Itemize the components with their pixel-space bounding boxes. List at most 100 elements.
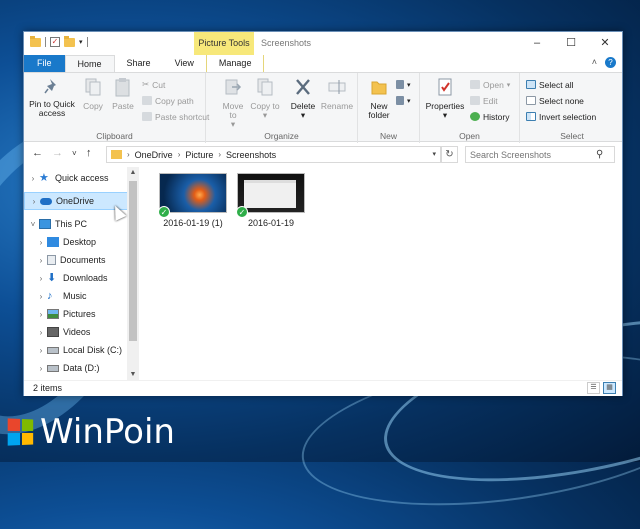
new-folder-qat-icon[interactable] [64, 35, 75, 47]
large-icons-view-icon[interactable]: ▦ [603, 382, 616, 394]
nav-item-music[interactable]: › ♪ Music [24, 287, 128, 305]
ribbon: Pin to Quick access Copy Paste ✂ Cut Copy… [24, 72, 622, 143]
open-button[interactable]: Open ▾ [470, 79, 510, 90]
tab-home[interactable]: Home [64, 55, 115, 72]
address-bar[interactable]: › OneDrive › Picture › Screenshots ▾ [106, 146, 441, 163]
search-icon[interactable]: ⚲ [596, 149, 603, 160]
copy-label: Copy [83, 101, 103, 111]
chevron-right-icon[interactable]: › [27, 174, 39, 183]
rename-button[interactable]: Rename [320, 77, 354, 111]
nav-item-videos[interactable]: › Videos [24, 323, 128, 341]
back-arrow-icon[interactable]: ← [32, 147, 43, 159]
tab-view[interactable]: View [163, 55, 206, 72]
copy-icon [85, 78, 101, 96]
close-button[interactable]: ✕ [588, 32, 622, 55]
breadcrumb-screenshots[interactable]: Screenshots [226, 150, 276, 160]
up-arrow-icon[interactable]: ↑ [86, 147, 92, 159]
maximize-button[interactable]: ☐ [554, 32, 588, 55]
chevron-right-icon[interactable]: › [35, 310, 47, 319]
nav-item-label: Videos [63, 327, 91, 337]
scroll-up-icon[interactable]: ▲ [127, 169, 139, 176]
select-all-icon [526, 80, 536, 89]
chevron-right-icon[interactable]: › [28, 197, 40, 206]
chevron-right-icon[interactable]: › [35, 274, 47, 283]
rename-label: Rename [320, 101, 354, 111]
nav-item-desktop[interactable]: › Desktop [24, 233, 128, 251]
breadcrumb-picture[interactable]: Picture [185, 150, 213, 160]
delete-button[interactable]: Delete ▾ [288, 77, 318, 120]
invert-selection-button[interactable]: Invert selection [526, 111, 596, 122]
new-item-button[interactable]: ▾ [396, 79, 411, 90]
paste-button[interactable]: Paste [109, 77, 137, 111]
chevron-right-icon[interactable]: › [127, 150, 130, 159]
select-none-label: Select none [539, 95, 584, 106]
chevron-right-icon[interactable]: › [35, 292, 47, 301]
address-dropdown-icon[interactable]: ▾ [432, 150, 436, 158]
scroll-down-icon[interactable]: ▼ [127, 371, 139, 378]
copy-to-icon [257, 78, 273, 96]
scroll-thumb[interactable] [129, 181, 137, 341]
tab-share[interactable]: Share [115, 55, 163, 72]
copy-button[interactable]: Copy [79, 77, 107, 111]
properties-button[interactable]: Properties ▾ [424, 77, 466, 120]
chevron-right-icon[interactable]: › [218, 150, 221, 159]
nav-item-documents[interactable]: › Documents [24, 251, 128, 269]
nav-item-label: This PC [55, 219, 88, 229]
move-to-label: Move to [222, 101, 244, 120]
collapse-ribbon-icon[interactable]: ˄ [592, 57, 597, 68]
chevron-right-icon[interactable]: › [35, 238, 47, 247]
select-none-button[interactable]: Select none [526, 95, 584, 106]
chevron-right-icon[interactable]: › [178, 150, 181, 159]
select-all-button[interactable]: Select all [526, 79, 574, 90]
music-icon: ♪ [47, 290, 53, 302]
nav-item-this-pc[interactable]: ˅ This PC [24, 215, 128, 233]
nav-item-pictures[interactable]: › Pictures [24, 305, 128, 323]
divider [45, 37, 46, 47]
nav-item-label: Desktop [63, 237, 97, 247]
file-item[interactable]: ✓ 2016-01-19 (1) [156, 173, 230, 228]
file-name: 2016-01-19 [247, 218, 295, 228]
file-list: ✓ 2016-01-19 (1) ✓ 2016-01-19 [142, 167, 622, 380]
drive-c-icon [47, 346, 59, 354]
search-input[interactable] [466, 149, 596, 160]
minimize-button[interactable]: – [520, 32, 554, 55]
nav-scrollbar[interactable]: ▲ ▼ [127, 167, 139, 380]
nav-item-downloads[interactable]: › ⬇ Downloads [24, 269, 128, 287]
nav-item-label: Music [63, 291, 87, 301]
chevron-right-icon[interactable]: › [35, 256, 47, 265]
tab-manage[interactable]: Manage [205, 55, 265, 72]
easy-access-button[interactable]: ▾ [396, 95, 411, 106]
copy-to-button[interactable]: Copy to ▾ [250, 77, 280, 120]
organize-group: Move to ▾ Copy to ▾ Delete ▾ Rename Orga… [206, 73, 358, 143]
details-view-icon[interactable]: ☰ [587, 382, 600, 394]
scissors-icon: ✂ [142, 79, 150, 89]
forward-arrow-icon[interactable]: → [52, 147, 63, 159]
recent-locations-icon[interactable]: ˅ [72, 149, 77, 158]
chevron-down-icon[interactable]: ˅ [27, 220, 39, 229]
file-item[interactable]: ✓ 2016-01-19 [234, 173, 308, 228]
chevron-right-icon[interactable]: › [35, 346, 47, 355]
chevron-right-icon[interactable]: › [35, 328, 47, 337]
nav-item-quick-access[interactable]: › ★ Quick access [24, 169, 128, 187]
history-button[interactable]: History [470, 111, 509, 122]
invert-selection-icon [526, 112, 536, 121]
new-folder-button[interactable]: New folder [364, 77, 394, 120]
search-box[interactable]: ⚲ [465, 146, 615, 163]
move-to-button[interactable]: Move to ▾ [218, 77, 248, 129]
customize-qat-icon[interactable]: ▾ [79, 38, 83, 46]
tab-file[interactable]: File [24, 55, 65, 72]
downloads-icon: ⬇ [47, 272, 57, 284]
pin-quick-access-button[interactable]: Pin to Quick access [28, 77, 76, 118]
chevron-right-icon[interactable]: › [35, 364, 47, 373]
help-icon[interactable]: ? [605, 57, 616, 68]
paste-shortcut-button[interactable]: Paste shortcut [142, 111, 209, 122]
copy-path-button[interactable]: Copy path [142, 95, 194, 106]
refresh-icon[interactable]: ↻ [441, 146, 458, 163]
edit-button[interactable]: Edit [470, 95, 498, 106]
nav-item-local-disk-c[interactable]: › Local Disk (C:) [24, 341, 128, 359]
breadcrumb-onedrive[interactable]: OneDrive [135, 150, 173, 160]
cut-button[interactable]: ✂ Cut [142, 79, 165, 90]
pin-icon [44, 79, 56, 94]
nav-item-data-d[interactable]: › Data (D:) [24, 359, 128, 377]
properties-qat-icon[interactable]: ✓ [50, 37, 60, 47]
